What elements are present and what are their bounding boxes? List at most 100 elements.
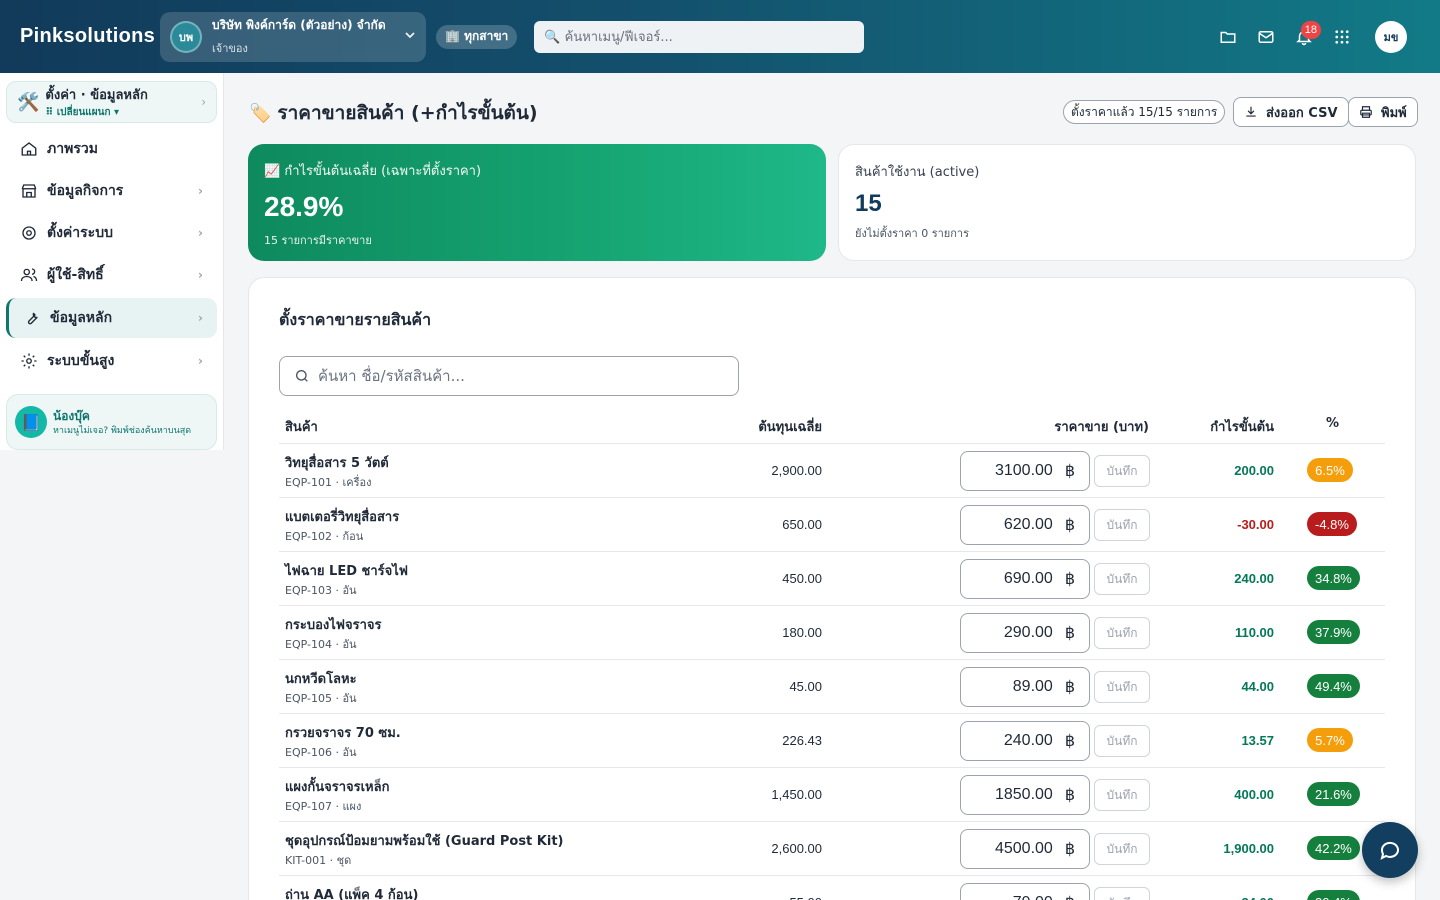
col-percent: % [1326, 416, 1340, 431]
sale-price-input[interactable]: 690.00 ฿ [960, 559, 1090, 599]
currency-symbol: ฿ [1064, 463, 1075, 480]
top-bar: Pinksolutions บพ บริษัท พิงค์การ์ด (ตัวอ… [0, 0, 1440, 73]
home-icon [21, 142, 37, 156]
company-switcher[interactable]: บพ บริษัท พิงค์การ์ด (ตัวอย่าง) จำกัด เจ… [160, 11, 426, 62]
department-title: ตั้งค่า · ข้อมูลหลัก [45, 88, 148, 103]
cog-icon [21, 353, 37, 369]
product-code: EQP-103 · อัน [285, 584, 357, 597]
sale-price-input[interactable]: 240.00 ฿ [960, 721, 1090, 761]
branch-selector[interactable]: 🏢 ทุกสาขา [436, 24, 518, 49]
sidebar-item-users[interactable]: ผู้ใช้-สิทธิ์ › [6, 255, 217, 295]
save-button[interactable]: บันทึก [1094, 779, 1150, 811]
tools-icon: 🛠️ [17, 91, 40, 113]
avg-cost: 55.00 [789, 895, 822, 900]
sidebar-item-overview[interactable]: ภาพรวม [6, 129, 217, 169]
sale-price-value: 620.00 [1003, 516, 1053, 533]
sale-price-value: 240.00 [1003, 732, 1053, 749]
save-button[interactable]: บันทึก [1094, 833, 1150, 865]
avg-cost: 2,600.00 [771, 841, 822, 856]
margin-percent-badge: 21.6% [1307, 782, 1360, 806]
sale-price-input[interactable]: 89.00 ฿ [960, 667, 1090, 707]
save-button[interactable]: บันทึก [1094, 509, 1150, 541]
sidebar-item-master-data[interactable]: ข้อมูลหลัก › [6, 298, 217, 338]
save-button[interactable]: บันทึก [1094, 455, 1150, 487]
sale-price-value: 690.00 [1003, 570, 1053, 587]
apps-grid-icon[interactable] [1323, 18, 1361, 56]
product-name: วิทยุสื่อสาร 5 วัตต์ [285, 456, 389, 471]
sale-price-input[interactable]: 79.00 ฿ [960, 883, 1090, 900]
table-row: ถ่าน AA (แพ็ค 4 ก้อน) 55.00 79.00 ฿ บันทึก 24… [279, 876, 1385, 900]
gross-profit: 44.00 [1241, 679, 1274, 694]
sale-price-input[interactable]: 1850.00 ฿ [960, 775, 1090, 815]
product-search-input[interactable]: ค้นหา ชื่อ/รหัสสินค้า... [279, 356, 739, 396]
margin-percent-badge: 49.4% [1307, 674, 1360, 698]
sidebar-item-label: ตั้งค่าระบบ [47, 225, 113, 241]
save-button[interactable]: บันทึก [1094, 563, 1150, 595]
save-button[interactable]: บันทึก [1094, 725, 1150, 757]
sidebar-item-advanced[interactable]: ระบบขั้นสูง › [6, 341, 217, 381]
margin-percent-badge: 6.5% [1307, 458, 1353, 482]
currency-symbol: ฿ [1064, 733, 1075, 750]
sidebar-item-business[interactable]: ข้อมูลกิจการ › [6, 171, 217, 211]
margin-percent-badge: 34.8% [1307, 566, 1360, 590]
save-button[interactable]: บันทึก [1094, 671, 1150, 703]
currency-symbol: ฿ [1064, 787, 1075, 804]
product-code: EQP-102 · ก้อน [285, 530, 364, 543]
avg-cost: 226.43 [782, 733, 822, 748]
product-search-placeholder: ค้นหา ชื่อ/รหัสสินค้า... [318, 367, 465, 385]
avg-margin-label: 📈 กำไรขั้นต้นเฉลี่ย (เฉพาะที่ตั้งราคา) [264, 164, 482, 179]
currency-symbol: ฿ [1065, 893, 1075, 900]
sale-price-value: 79.00 [1013, 894, 1053, 900]
col-price: ราคาขาย (บาท) [1054, 420, 1149, 435]
active-products-label: สินค้าใช้งาน (active) [855, 165, 980, 180]
avg-cost: 2,900.00 [771, 463, 822, 478]
chat-button[interactable] [1362, 822, 1418, 878]
export-csv-button[interactable]: ส่งออก CSV [1233, 97, 1349, 127]
folder-icon[interactable] [1209, 18, 1247, 56]
print-button[interactable]: พิมพ์ [1348, 97, 1418, 127]
table-row: กระบองไฟจราจร EQP-104 · อัน 180.00 290.00 ฿ บ… [279, 606, 1385, 660]
sale-price-value: 89.00 [1012, 678, 1053, 695]
brand-logo[interactable]: Pinksolutions [20, 25, 160, 48]
sidebar-item-system-settings[interactable]: ตั้งค่าระบบ › [6, 213, 217, 253]
margin-percent-badge: 5.7% [1307, 728, 1353, 752]
sale-price-input[interactable]: 3100.00 ฿ [960, 451, 1090, 491]
currency-symbol: ฿ [1064, 679, 1075, 696]
product-code: EQP-106 · อัน [285, 746, 357, 759]
product-code: EQP-107 · แผง [285, 800, 362, 813]
save-button[interactable]: บันทึก [1094, 617, 1150, 649]
user-avatar[interactable]: มข [1375, 20, 1407, 53]
sidebar: 🛠️ ตั้งค่า · ข้อมูลหลัก ⠿ เปลี่ยนแผนก ▾ … [0, 73, 224, 450]
avg-cost: 180.00 [782, 625, 822, 640]
table-row: นกหวีดโลหะ EQP-105 · อัน 45.00 89.00 ฿ บันทึก… [279, 660, 1385, 714]
company-role: เจ้าของ [212, 42, 248, 55]
chevron-right-icon: › [198, 226, 203, 240]
sidebar-item-label: ผู้ใช้-สิทธิ์ [47, 267, 104, 283]
assistant-hint: หาเมนูไม่เจอ? พิมพ์ช่องค้นหาบนสุด [53, 426, 192, 436]
department-switcher[interactable]: 🛠️ ตั้งค่า · ข้อมูลหลัก ⠿ เปลี่ยนแผนก ▾ … [6, 81, 217, 123]
table-row: ไฟฉาย LED ชาร์จไฟ EQP-103 · อัน 450.00 690.… [279, 552, 1385, 606]
chevron-right-icon: › [198, 311, 203, 325]
active-products-sub: ยังไม่ตั้งราคา 0 รายการ [855, 227, 970, 240]
bell-icon[interactable]: 18 [1285, 18, 1323, 56]
menu-search-input[interactable]: 🔍 ค้นหาเมนู/ฟีเจอร์... [534, 20, 865, 53]
product-code: KIT-001 · ชุด [285, 854, 352, 867]
product-name: นกหวีดโลหะ [285, 672, 357, 687]
save-button[interactable]: บันทึก [1094, 887, 1150, 900]
assistant-helper[interactable]: 📘 น้องบุ๊ค หาเมนูไม่เจอ? พิมพ์ช่องค้นหาบ… [6, 394, 217, 450]
sale-price-input[interactable]: 290.00 ฿ [960, 613, 1090, 653]
active-products-card: สินค้าใช้งาน (active) 15 ยังไม่ตั้งราคา … [838, 144, 1416, 261]
gross-profit: 110.00 [1234, 625, 1274, 640]
page-title: 🏷️ ราคาขายสินค้า (+กำไรขั้นต้น) [249, 98, 538, 128]
product-name: แบตเตอรี่วิทยุสื่อสาร [285, 510, 400, 525]
table-header: สินค้า ต้นทุนเฉลี่ย ราคาขาย (บาท) กำไรขั… [279, 414, 1385, 444]
department-change-link[interactable]: ⠿ เปลี่ยนแผนก ▾ [45, 105, 147, 120]
currency-symbol: ฿ [1064, 841, 1075, 858]
sale-price-input[interactable]: 620.00 ฿ [960, 505, 1090, 545]
product-name: แผงกั้นจราจรเหล็ก [285, 780, 390, 795]
sale-price-input[interactable]: 4500.00 ฿ [960, 829, 1090, 869]
gross-profit: 200.00 [1234, 463, 1274, 478]
table-title: ตั้งราคาขายรายสินค้า [279, 310, 432, 329]
sidebar-item-label: ข้อมูลกิจการ [47, 183, 124, 199]
mail-icon[interactable] [1247, 18, 1285, 56]
